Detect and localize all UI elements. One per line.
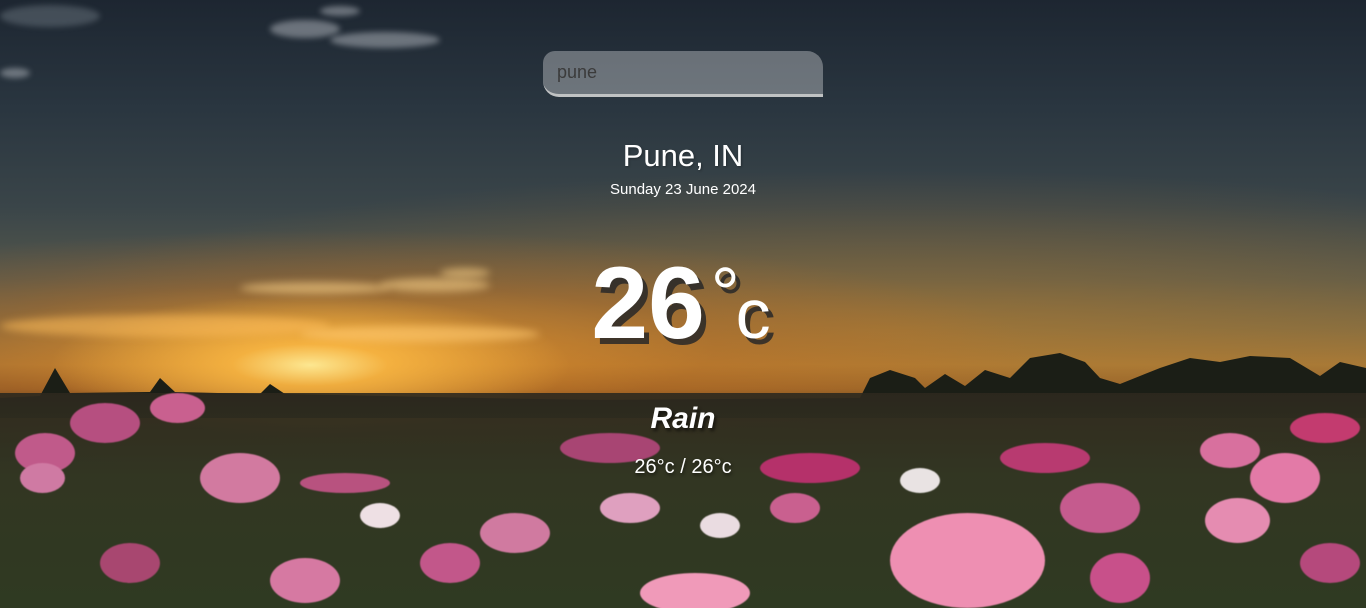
high-low-temperature: 26°c / 26°c: [634, 456, 732, 478]
temperature-unit: c: [735, 275, 771, 353]
temperature-display: 26°c: [0, 252, 1366, 354]
weather-condition: Rain: [650, 402, 716, 435]
search-input[interactable]: [543, 51, 823, 97]
current-date: Sunday 23 June 2024: [610, 181, 756, 198]
location-title: Pune, IN: [622, 138, 744, 173]
temperature-value: 26: [591, 246, 705, 360]
weather-app: Pune, IN Sunday 23 June 2024 26°c Rain 2…: [0, 0, 1366, 608]
